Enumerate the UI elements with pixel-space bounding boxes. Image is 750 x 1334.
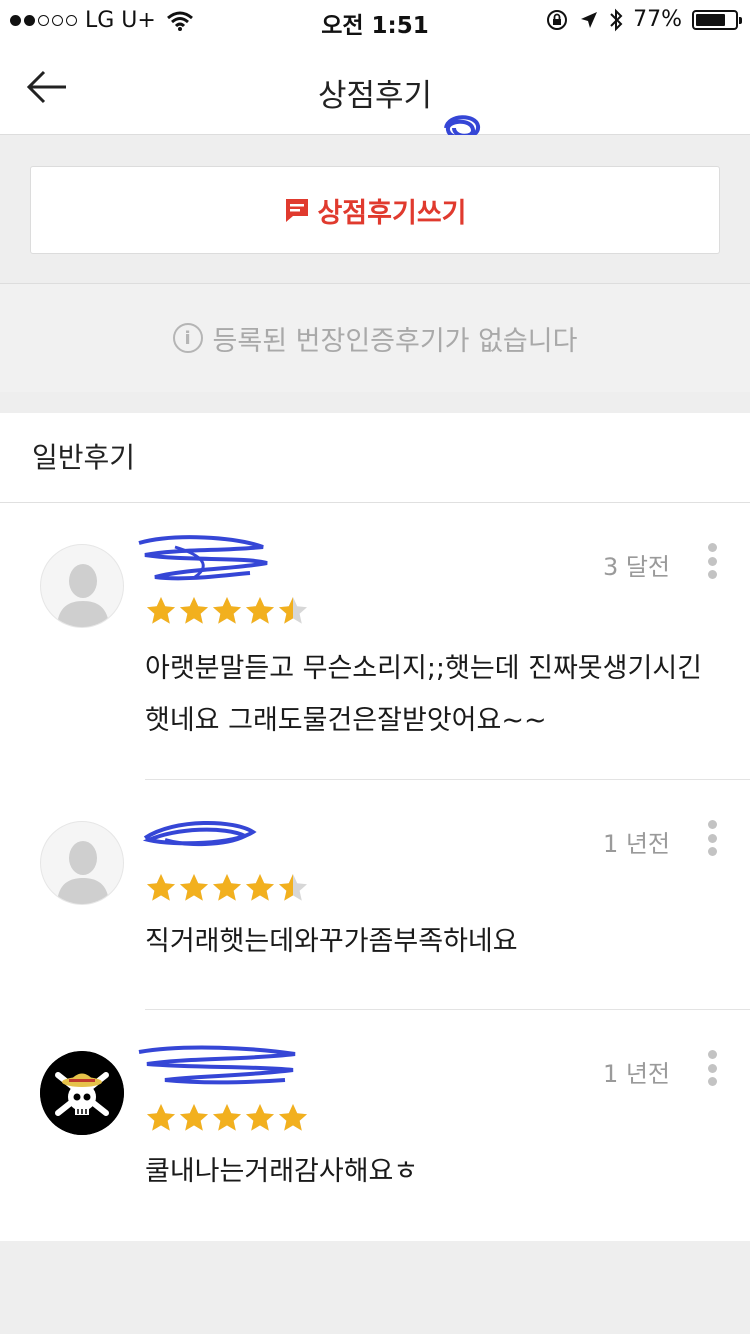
- star-icon: [180, 874, 208, 901]
- star-icon: [279, 1104, 307, 1131]
- notice-text: 등록된 번장인증후기가 없습니다: [212, 325, 578, 357]
- star-icon: [246, 1104, 274, 1131]
- star-icon: [147, 874, 175, 901]
- star-icon: [279, 874, 307, 901]
- no-verified-reviews-notice: i 등록된 번장인증후기가 없습니다: [0, 283, 750, 392]
- section-title: 일반후기: [0, 413, 750, 503]
- page-title: 상점후기: [317, 78, 433, 114]
- battery-percent: 77%: [633, 7, 682, 32]
- review-text: 직거래햇는데와꾸가좀부족하네요: [145, 926, 518, 957]
- battery-icon: [692, 9, 742, 30]
- review-time: 1 년전: [602, 830, 670, 858]
- write-review-button[interactable]: 상점후기쓰기: [30, 166, 720, 254]
- pirate-skull-icon[interactable]: [40, 1051, 124, 1135]
- star-icon: [147, 1104, 175, 1131]
- bluetooth-icon: [610, 8, 623, 31]
- star-icon: [180, 1104, 208, 1131]
- location-arrow-icon: [581, 11, 598, 28]
- default-profile-icon[interactable]: [40, 821, 124, 905]
- status-right: 77%: [545, 7, 742, 32]
- star-icon: [213, 597, 241, 624]
- rating-stars: [145, 872, 309, 904]
- review-item: 3 달전 아랫분말듣고 무슨소리지;;햇는데 진짜못생기시긴햇네요 그래도물건은…: [0, 503, 750, 780]
- more-options-icon[interactable]: [706, 1050, 718, 1086]
- star-icon: [279, 597, 307, 624]
- star-icon: [213, 874, 241, 901]
- review-time: 1 년전: [602, 1060, 670, 1088]
- write-review-area: 상점후기쓰기: [0, 135, 750, 283]
- star-icon: [246, 874, 274, 901]
- review-time: 3 달전: [602, 553, 670, 581]
- status-bar: LG U+ 오전 1:51 77%: [0, 0, 750, 40]
- write-review-label: 상점후기쓰기: [317, 197, 467, 229]
- review-item: 1 년전 쿨내나는거래감사해요ㅎ: [0, 1010, 750, 1241]
- default-profile-icon[interactable]: [40, 544, 124, 628]
- chat-bubble-icon: [286, 199, 309, 222]
- more-options-icon[interactable]: [706, 820, 718, 856]
- info-icon: i: [172, 323, 203, 353]
- reviews-section: 일반후기 3 달전 아랫분말듣고 무슨소리지;;햇는데 진짜못생기시긴햇네요 그…: [0, 413, 750, 1241]
- review-item: 1 년전 직거래햇는데와꾸가좀부족하네요: [0, 780, 750, 1010]
- review-text: 쿨내나는거래감사해요ㅎ: [145, 1156, 419, 1187]
- star-icon: [180, 597, 208, 624]
- orientation-lock-icon: [547, 9, 568, 30]
- star-icon: [246, 597, 274, 624]
- rating-stars: [145, 1102, 309, 1134]
- redacted-username: [142, 820, 257, 847]
- star-icon: [147, 597, 175, 624]
- review-text: 아랫분말듣고 무슨소리지;;햇는데 진짜못생기시긴햇네요 그래도물건은잘받앗어요…: [145, 653, 702, 736]
- more-options-icon[interactable]: [706, 543, 718, 579]
- redacted-username: [138, 1045, 296, 1085]
- redacted-username: [138, 535, 268, 581]
- rating-stars: [145, 595, 309, 627]
- nav-bar: 상점후기: [0, 40, 750, 140]
- star-icon: [213, 1104, 241, 1131]
